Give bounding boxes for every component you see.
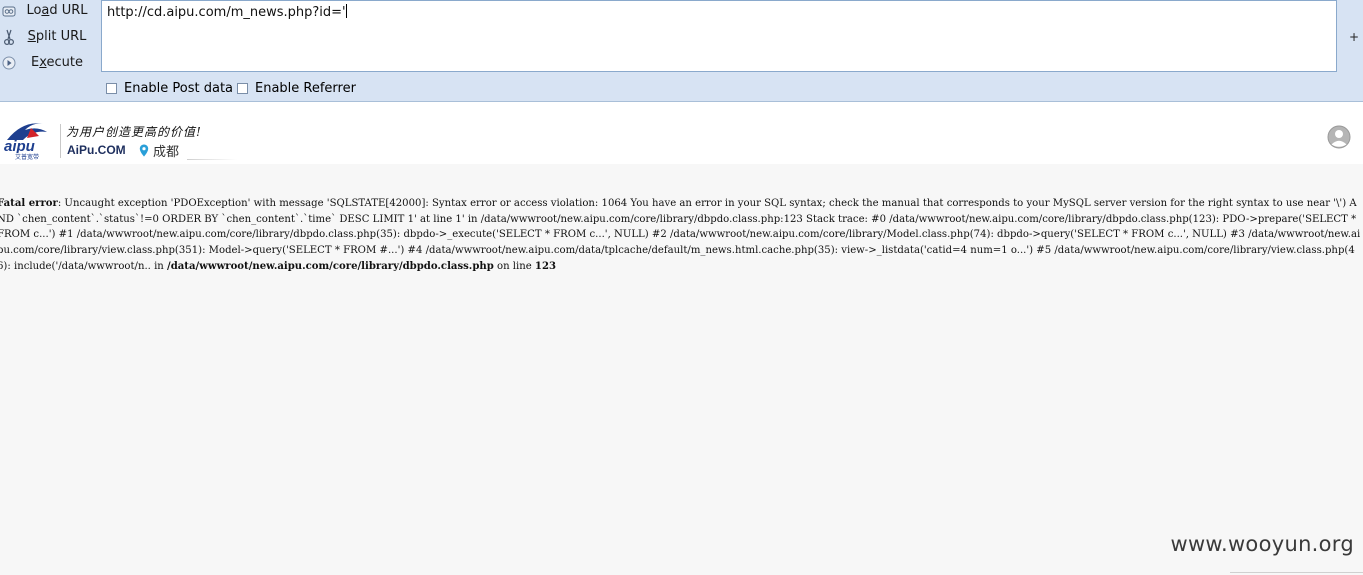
watermark: www.wooyun.org <box>1170 532 1354 556</box>
play-icon <box>2 56 16 70</box>
scissors-icon <box>2 29 16 46</box>
execute-label: Execute <box>31 55 83 70</box>
load-url-button[interactable]: Load URL <box>0 0 96 24</box>
split-url-label: Split URL <box>27 29 87 44</box>
expand-plus-icon[interactable]: + <box>1349 30 1359 44</box>
site-header: aipu 艾普宽带 为用户创造更高的价值! AiPu.COM 成都 <box>0 102 1363 164</box>
location-pin-icon <box>139 144 149 157</box>
enable-referrer-checkbox[interactable]: Enable Referrer <box>237 79 356 97</box>
load-url-label: Load URL <box>26 3 88 18</box>
text-caret <box>345 4 347 18</box>
city-name: 成都 <box>153 145 180 160</box>
error-label: Fatal error <box>0 198 58 209</box>
hackbar-toolbar: Load URL Split URL Execute http://cd.aip… <box>0 0 1363 102</box>
load-url-icon <box>2 4 16 18</box>
aipu-logo[interactable]: aipu 艾普宽带 <box>3 118 57 160</box>
enable-referrer-label: Enable Referrer <box>255 80 356 96</box>
svg-text:aipu: aipu <box>4 138 35 155</box>
php-fatal-error: Fatal error: Uncaught exception 'PDOExce… <box>0 196 1361 275</box>
error-in: in <box>150 260 168 272</box>
split-url-button[interactable]: Split URL <box>0 26 96 50</box>
error-on-line: on line <box>493 260 535 272</box>
header-underline <box>187 159 237 160</box>
site-brand: AiPu.COM <box>67 143 126 157</box>
user-avatar-icon[interactable] <box>1327 125 1351 149</box>
enable-post-data-checkbox[interactable]: Enable Post data <box>106 79 233 97</box>
execute-button[interactable]: Execute <box>0 52 96 76</box>
url-input-value: http://cd.aipu.com/m_news.php?id=' <box>107 5 346 20</box>
logo-divider <box>60 124 61 158</box>
checkbox-box[interactable] <box>106 82 117 94</box>
site-slogan: 为用户创造更高的价值! <box>66 125 202 139</box>
url-input[interactable]: http://cd.aipu.com/m_news.php?id=' <box>101 0 1337 72</box>
error-line-number: 123 <box>534 260 556 272</box>
city-selector[interactable]: 成都 <box>139 141 179 160</box>
checkbox-box[interactable] <box>237 82 248 94</box>
error-file: /data/wwwroot/new.aipu.com/core/library/… <box>167 260 494 272</box>
enable-post-data-label: Enable Post data <box>124 80 234 96</box>
bottom-divider <box>1230 572 1363 573</box>
svg-text:艾普宽带: 艾普宽带 <box>15 153 39 160</box>
